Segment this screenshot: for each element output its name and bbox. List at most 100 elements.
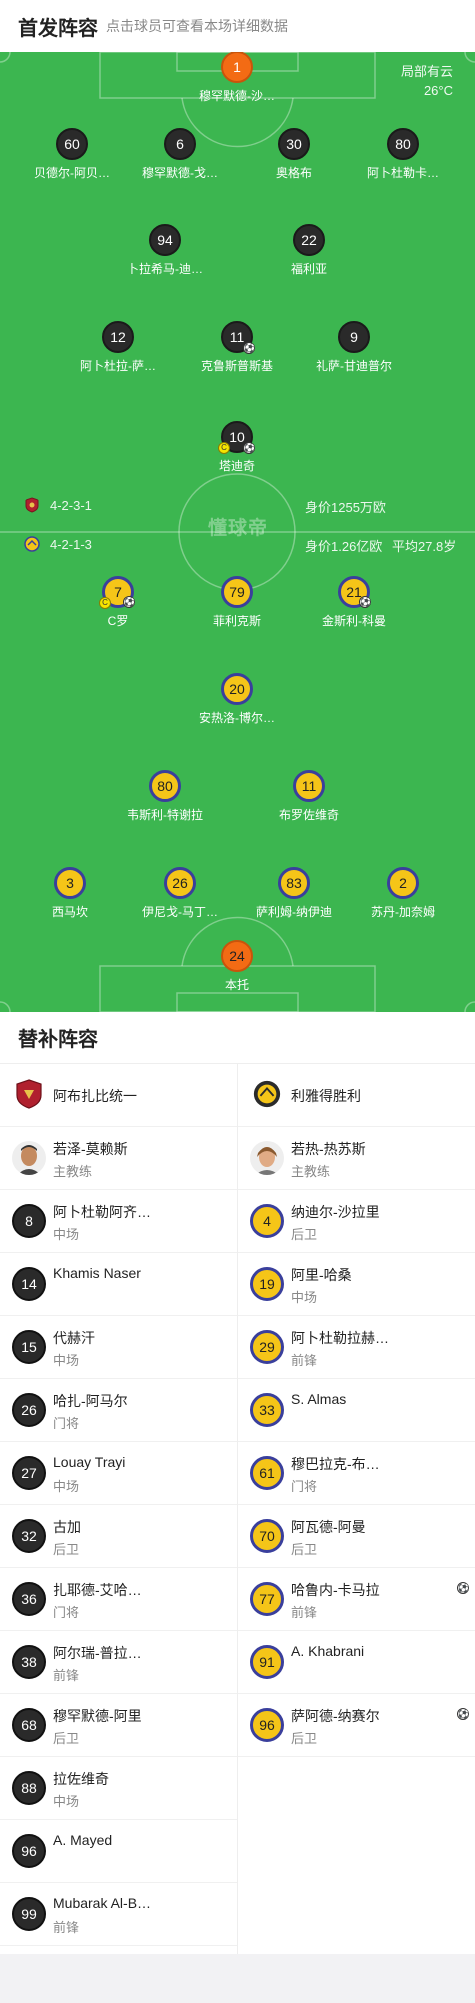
coach-avatar (12, 1141, 46, 1175)
player-name: 奥格布 (275, 166, 312, 180)
away-formation: 4-2-1-3 (50, 536, 92, 552)
jersey-number: 30 (278, 128, 310, 160)
subs-list: 阿布扎比统一 利雅得胜利 若泽-莫赖斯 主教练 若热-热苏斯 主教练 8 阿卜杜… (0, 1064, 475, 1954)
away-player[interactable]: 7 C ⚽ C罗 (58, 576, 178, 629)
sub-player-row[interactable]: 70 阿瓦德-阿曼 后卫 (238, 1505, 475, 1568)
jersey-number: 12 (102, 321, 134, 353)
home-coach-row[interactable]: 若泽-莫赖斯 主教练 (0, 1127, 237, 1190)
lineup-title: 首发阵容 (18, 17, 98, 40)
away-player[interactable]: 24 本托 (177, 940, 297, 993)
home-team-name: 阿布扎比统一 (53, 1088, 137, 1104)
jersey-number: 8 (12, 1204, 46, 1238)
home-team-logo-icon (16, 1079, 42, 1109)
home-player[interactable]: 12 阿卜杜拉-萨… (58, 321, 178, 374)
jersey-number: 11 (293, 770, 325, 802)
home-player[interactable]: 9 礼萨-甘迪普尔 (294, 321, 414, 374)
player-position: 中场 (53, 1794, 80, 1809)
home-player[interactable]: 10 C ⚽ 塔迪奇 (177, 421, 297, 474)
player-name: 安热洛-博尔… (199, 711, 275, 725)
home-player[interactable]: 60 贝德尔-阿贝… (12, 128, 132, 181)
sub-player-row[interactable]: 26 哈扎-阿马尔 门将 (0, 1379, 237, 1442)
sub-player-row[interactable]: 77 哈鲁内-卡马拉 前锋 ⚽ (238, 1568, 475, 1631)
player-position: 中场 (53, 1227, 80, 1242)
away-player[interactable]: 2 苏丹-加奈姆 (343, 867, 463, 920)
sub-player-row[interactable]: 27 Louay Trayi 中场 (0, 1442, 237, 1505)
away-team-info: 4-2-1-3 (24, 536, 92, 552)
away-team-logo-icon (253, 1080, 281, 1108)
sub-player-row[interactable]: 4 纳迪尔-沙拉里 后卫 (238, 1190, 475, 1253)
jersey-number-wrap: 7 C ⚽ (99, 576, 135, 609)
jersey-number: 99 (12, 1897, 46, 1931)
jersey-number: 26 (12, 1393, 46, 1427)
player-name: 克鲁斯普斯基 (200, 359, 273, 373)
jersey-number: 77 (250, 1582, 284, 1616)
player-name: 纳迪尔-沙拉里 (291, 1204, 380, 1220)
sub-player-row[interactable]: 36 扎耶德-艾哈… 门将 (0, 1568, 237, 1631)
player-name: 萨利姆-纳伊迪 (256, 905, 332, 919)
player-name: 哈鲁内-卡马拉 (291, 1582, 380, 1598)
home-team-logo-icon (25, 497, 39, 513)
sub-player-row[interactable]: 14 Khamis Naser (0, 1253, 237, 1316)
home-player[interactable]: 6 穆罕默德-戈… (120, 128, 240, 181)
jersey-number: 15 (12, 1330, 46, 1364)
sub-player-row[interactable]: 19 阿里-哈桑 中场 (238, 1253, 475, 1316)
coach-name: 若泽-莫赖斯 (53, 1141, 128, 1157)
player-name: 阿瓦德-阿曼 (291, 1519, 366, 1535)
sub-player-row[interactable]: 61 穆巴拉克-布… 门将 (238, 1442, 475, 1505)
sub-player-row[interactable]: 91 A. Khabrani (238, 1631, 475, 1694)
home-team-row[interactable]: 阿布扎比统一 (0, 1064, 237, 1127)
away-team-name: 利雅得胜利 (291, 1088, 361, 1104)
player-name: Khamis Naser (53, 1265, 141, 1281)
away-coach-row[interactable]: 若热-热苏斯 主教练 (238, 1127, 475, 1190)
sub-player-row[interactable]: 68 穆罕默德-阿里 后卫 (0, 1694, 237, 1757)
home-player[interactable]: 1 穆罕默德-沙… (177, 52, 297, 104)
player-name: 布罗佐维奇 (278, 808, 339, 822)
player-name: A. Mayed (53, 1832, 113, 1848)
home-player[interactable]: 11 ⚽ 克鲁斯普斯基 (177, 321, 297, 374)
player-name: 古加 (53, 1519, 81, 1535)
sub-player-row[interactable]: 96 A. Mayed (0, 1820, 237, 1883)
away-player[interactable]: 80 韦斯利-特谢拉 (105, 770, 225, 823)
away-player[interactable]: 83 萨利姆-纳伊迪 (234, 867, 354, 920)
away-player[interactable]: 3 西马坎 (10, 867, 130, 920)
goal-icon: ⚽ (359, 596, 372, 608)
jersey-number-wrap: 11 ⚽ (221, 321, 255, 354)
away-player[interactable]: 20 安热洛-博尔… (177, 673, 297, 726)
away-player[interactable]: 11 布罗佐维奇 (249, 770, 369, 823)
player-name: 哈扎-阿马尔 (53, 1393, 128, 1409)
weather-info: 局部有云 26°C (401, 62, 453, 100)
sub-player-row[interactable]: 96 萨阿德-纳赛尔 后卫 ⚽ (238, 1694, 475, 1757)
sub-player-row[interactable]: 38 阿尔瑞-普拉… 前锋 (0, 1631, 237, 1694)
sub-player-row[interactable]: 29 阿卜杜勒拉赫… 前锋 (238, 1316, 475, 1379)
sub-player-row[interactable]: 8 阿卜杜勒阿齐… 中场 (0, 1190, 237, 1253)
home-player[interactable]: 22 福利亚 (249, 224, 369, 277)
jersey-number-wrap: 21 ⚽ (338, 576, 372, 608)
jersey-number: 80 (387, 128, 419, 160)
player-position: 前锋 (53, 1920, 80, 1935)
away-team-value-row: 身价1.26亿欧 平均27.8岁 (305, 536, 456, 555)
away-player[interactable]: 26 伊尼戈-马丁… (120, 867, 240, 920)
jersey-number: 88 (12, 1771, 46, 1805)
player-position: 前锋 (291, 1605, 318, 1620)
player-name: 阿卜杜勒阿齐… (53, 1204, 151, 1220)
player-name: 本托 (224, 978, 249, 992)
player-name: 伊尼戈-马丁… (142, 905, 218, 919)
sub-player-row[interactable]: 15 代赫汗 中场 (0, 1316, 237, 1379)
away-team-row[interactable]: 利雅得胜利 (238, 1064, 475, 1127)
home-player[interactable]: 80 阿卜杜勒卡… (343, 128, 463, 181)
jersey-number: 19 (250, 1267, 284, 1301)
sub-player-row[interactable]: 99 Mubarak Al-B… 前锋 (0, 1883, 237, 1946)
away-player[interactable]: 21 ⚽ 金斯利-科曼 (294, 576, 414, 629)
player-name: 拉佐维奇 (53, 1771, 109, 1787)
sub-player-row[interactable]: 88 拉佐维奇 中场 (0, 1757, 237, 1820)
home-player[interactable]: 30 奥格布 (234, 128, 354, 181)
sub-player-row[interactable]: 32 古加 后卫 (0, 1505, 237, 1568)
sub-player-row[interactable]: 33 S. Almas (238, 1379, 475, 1442)
away-player[interactable]: 79 菲利克斯 (177, 576, 297, 629)
jersey-number: 14 (12, 1267, 46, 1301)
jersey-number: 22 (293, 224, 325, 256)
coach-role: 主教练 (291, 1164, 331, 1179)
home-player[interactable]: 94 卜拉希马-迪… (105, 224, 225, 277)
player-name: 贝德尔-阿贝… (34, 166, 110, 180)
jersey-number-wrap: 10 C ⚽ (218, 421, 255, 454)
